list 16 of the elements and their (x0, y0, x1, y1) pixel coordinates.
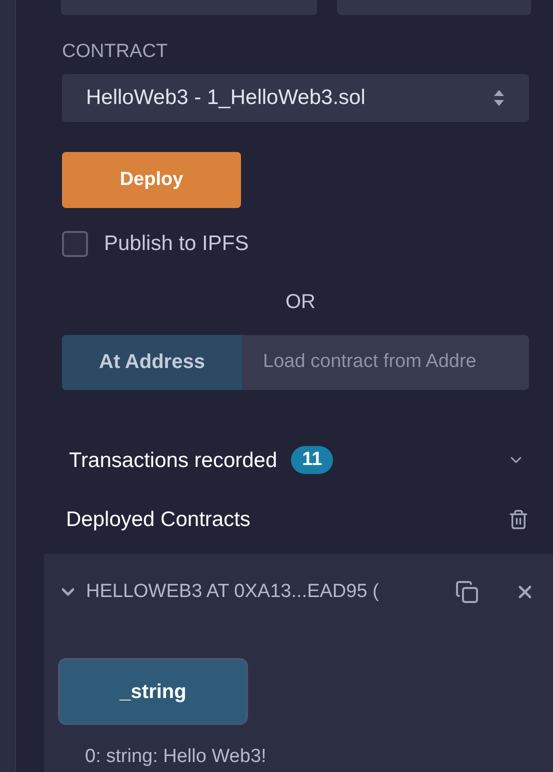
instance-title: HELLOWEB3 AT 0XA13...EAD95 ( (86, 580, 379, 604)
transactions-label: Transactions recorded (69, 448, 278, 474)
contract-label: CONTRACT (62, 40, 169, 64)
function-output: 0: string: Hello Web3! (85, 745, 268, 769)
function-button[interactable]: _string (58, 658, 248, 725)
contract-select[interactable]: HelloWeb3 - 1_HelloWeb3.sol (62, 74, 529, 122)
publish-checkbox[interactable] (62, 230, 88, 257)
sort-icon (493, 89, 505, 107)
at-address-button[interactable]: At Address (62, 334, 242, 390)
copy-icon[interactable] (455, 580, 479, 604)
trash-icon[interactable] (508, 509, 529, 530)
publish-label: Publish to IPFS (104, 231, 249, 257)
deployed-contracts-title: Deployed Contracts (66, 507, 250, 533)
or-label: OR (284, 290, 316, 314)
count-badge: 11 (291, 446, 334, 474)
address-field[interactable]: Load contract from Addre (242, 334, 529, 390)
